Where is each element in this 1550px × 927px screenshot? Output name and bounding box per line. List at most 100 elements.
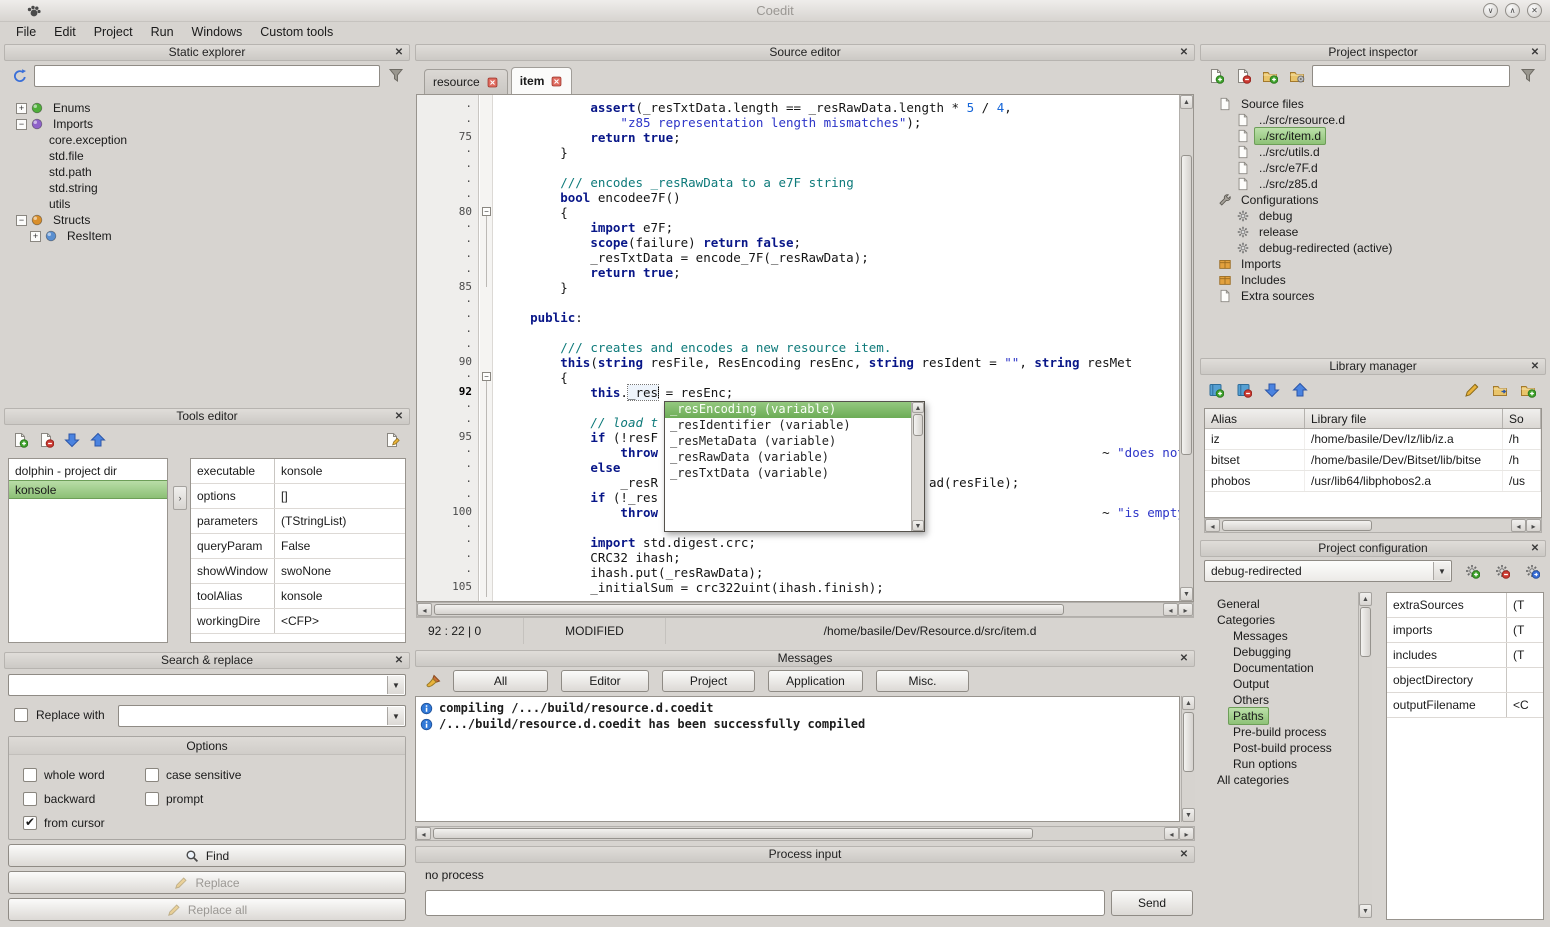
gutter-line[interactable]: · xyxy=(417,190,478,205)
configuration-combo[interactable]: debug-redirected ▼ xyxy=(1204,560,1452,582)
panel-header[interactable]: Search & replace ✕ xyxy=(4,652,410,669)
tree-item[interactable]: debug-redirected (active) xyxy=(1204,240,1542,256)
pencil-button[interactable] xyxy=(1460,378,1484,402)
scroll-thumb[interactable] xyxy=(434,604,1064,615)
library-hscrollbar[interactable]: ◂ ◂ ▸ xyxy=(1204,518,1542,533)
close-panel-icon[interactable]: ✕ xyxy=(1178,849,1190,861)
arrow-down-button[interactable] xyxy=(60,428,84,452)
gutter-line[interactable]: · xyxy=(417,295,478,310)
gutter-line[interactable]: · xyxy=(417,220,478,235)
tab-item[interactable]: item xyxy=(511,67,573,94)
chevron-down-icon[interactable]: ▼ xyxy=(1433,562,1450,580)
page-add-button[interactable] xyxy=(1204,64,1228,88)
tab-close-icon[interactable] xyxy=(486,76,499,89)
edit-tool-button[interactable] xyxy=(380,428,404,452)
filter-project-button[interactable]: Project xyxy=(662,670,755,692)
gutter-line[interactable]: · xyxy=(417,115,478,130)
menu-run[interactable]: Run xyxy=(143,23,182,41)
property-row[interactable]: imports(T xyxy=(1387,618,1543,643)
tree-item[interactable]: utils xyxy=(8,196,406,212)
gutter-line[interactable]: · xyxy=(417,565,478,580)
filter-all-button[interactable]: All xyxy=(453,670,548,692)
tree-item[interactable]: Configurations xyxy=(1204,192,1542,208)
library-row[interactable]: phobos/usr/lib64/libphobos2.a/us xyxy=(1205,471,1541,492)
tree-item[interactable]: std.path xyxy=(8,164,406,180)
gutter-line[interactable]: · xyxy=(417,340,478,355)
column-header[interactable]: Alias xyxy=(1205,409,1305,428)
completion-item[interactable]: _resTxtData (variable) xyxy=(665,466,911,482)
tree-item[interactable]: Post-build process xyxy=(1204,740,1356,756)
close-panel-icon[interactable]: ✕ xyxy=(1178,653,1190,665)
scroll-up-icon[interactable]: ▲ xyxy=(912,402,924,413)
checkbox[interactable] xyxy=(23,816,37,830)
gutter-line[interactable]: · xyxy=(417,490,478,505)
tree-item[interactable]: std.file xyxy=(8,148,406,164)
tree-item[interactable]: Output xyxy=(1204,676,1356,692)
gutter-line[interactable]: · xyxy=(417,445,478,460)
close-button[interactable]: ✕ xyxy=(1527,3,1542,18)
shade-button[interactable]: ∨ xyxy=(1483,3,1498,18)
property-row[interactable]: showWindowswoNone xyxy=(191,559,405,584)
replace-with-checkbox[interactable] xyxy=(14,708,28,722)
menu-custom-tools[interactable]: Custom tools xyxy=(252,23,341,41)
property-row[interactable]: outputFilename<C xyxy=(1387,693,1543,718)
panel-header[interactable]: Project configuration ✕ xyxy=(1200,540,1546,557)
property-row[interactable]: extraSources(T xyxy=(1387,593,1543,618)
expand-icon[interactable]: + xyxy=(16,103,27,114)
checkbox-from-cursor[interactable]: from cursor xyxy=(23,816,145,830)
book-remove-button[interactable] xyxy=(1232,378,1256,402)
column-header[interactable]: Library file xyxy=(1305,409,1503,428)
message-row[interactable]: compiling /.../build/resource.d.coedit xyxy=(416,700,1179,716)
folder-open-button[interactable] xyxy=(1488,378,1512,402)
project-filter-input[interactable] xyxy=(1312,65,1510,87)
scroll-right-icon[interactable]: ▸ xyxy=(1526,519,1541,532)
collapse-icon[interactable]: − xyxy=(16,119,27,130)
gutter-line[interactable]: 100 xyxy=(417,505,478,520)
tree-item[interactable]: +Enums xyxy=(8,100,406,116)
tree-item[interactable]: ../src/item.d xyxy=(1204,128,1542,144)
checkbox-prompt[interactable]: prompt xyxy=(145,792,267,806)
scroll-down-icon[interactable]: ▼ xyxy=(1359,904,1372,918)
find-button[interactable]: Find xyxy=(8,844,406,867)
scroll-down-icon[interactable]: ▼ xyxy=(912,520,924,531)
tree-item[interactable]: ../src/e7F.d xyxy=(1204,160,1542,176)
library-row[interactable]: bitset/home/basile/Dev/Bitset/lib/bitse/… xyxy=(1205,450,1541,471)
completion-item[interactable]: _resRawData (variable) xyxy=(665,450,911,466)
scroll-down-icon[interactable]: ▼ xyxy=(1180,587,1193,601)
property-row[interactable]: toolAliaskonsole xyxy=(191,584,405,609)
replace-button[interactable]: Replace xyxy=(8,871,406,894)
scroll-left-icon[interactable]: ◂ xyxy=(417,603,432,616)
gutter-line[interactable]: 85 xyxy=(417,280,478,295)
library-row[interactable]: iz/home/basile/Dev/Iz/lib/iz.a/h xyxy=(1205,429,1541,450)
close-panel-icon[interactable]: ✕ xyxy=(1529,543,1541,555)
send-button[interactable]: Send xyxy=(1111,890,1193,916)
filter-application-button[interactable]: Application xyxy=(768,670,863,692)
scroll-right-icon[interactable]: ▸ xyxy=(1179,827,1194,840)
completion-item[interactable]: _resIdentifier (variable) xyxy=(665,418,911,434)
messages-hscrollbar[interactable]: ◂ ◂ ▸ xyxy=(415,826,1195,841)
tree-item[interactable]: ../src/utils.d xyxy=(1204,144,1542,160)
tree-item[interactable]: Includes xyxy=(1204,272,1542,288)
scroll-thumb[interactable] xyxy=(433,828,1033,839)
gear-sync-button[interactable] xyxy=(1520,559,1544,583)
messages-vscrollbar[interactable]: ▲ ▼ xyxy=(1181,696,1195,822)
scroll-left-icon[interactable]: ◂ xyxy=(1164,827,1179,840)
categories-vscrollbar[interactable]: ▲ ▼ xyxy=(1358,592,1372,918)
gutter-line[interactable]: · xyxy=(417,310,478,325)
scroll-up-icon[interactable]: ▲ xyxy=(1180,95,1193,109)
property-row[interactable]: options[] xyxy=(191,484,405,509)
close-panel-icon[interactable]: ✕ xyxy=(393,411,405,423)
scroll-up-icon[interactable]: ▲ xyxy=(1182,696,1195,710)
tree-item[interactable]: core.exception xyxy=(8,132,406,148)
gutter-line[interactable]: · xyxy=(417,415,478,430)
code-editor[interactable]: ··75····80····85····90·92··95····100····… xyxy=(416,94,1194,602)
page-add-button[interactable] xyxy=(8,428,32,452)
maximize-button[interactable]: ∧ xyxy=(1505,3,1520,18)
filter-button[interactable] xyxy=(1516,63,1540,87)
tree-item[interactable]: Messages xyxy=(1204,628,1356,644)
checkbox-whole-word[interactable]: whole word xyxy=(23,768,145,782)
replace-with-combo[interactable]: ▼ xyxy=(118,705,406,727)
tree-item[interactable]: Extra sources xyxy=(1204,288,1542,304)
gutter-line[interactable]: · xyxy=(417,400,478,415)
tree-item[interactable]: −Imports xyxy=(8,116,406,132)
